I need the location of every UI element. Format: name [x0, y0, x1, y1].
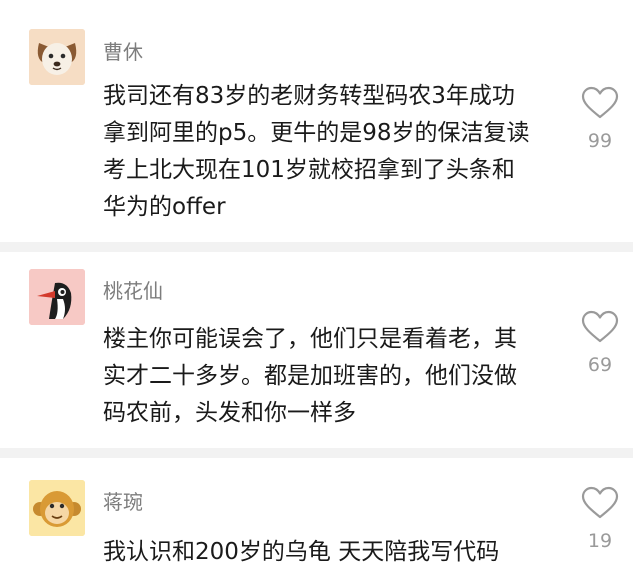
comment-item: 桃花仙 楼主你可能误会了，他们只是看着老，其 实才二十多岁。都是加班害的，他们没… — [0, 245, 633, 451]
like-count: 99 — [587, 130, 613, 152]
comment-line: 考上北大现在101岁就校招拿到了头条和 — [103, 157, 515, 183]
heart-outline-icon[interactable] — [581, 310, 619, 344]
dog-avatar-icon[interactable] — [29, 29, 85, 85]
comment-line: 拿到阿里的p5。更牛的是98岁的保洁复读 — [103, 120, 530, 146]
like-button[interactable]: 19 — [578, 486, 622, 552]
comment-line: 我认识和200岁的乌龟 天天陪我写代码 — [103, 539, 500, 565]
comment-text: 我司还有83岁的老财务转型码农3年成功 拿到阿里的p5。更牛的是98岁的保洁复读… — [103, 78, 553, 226]
heart-outline-icon[interactable] — [581, 486, 619, 520]
comment-list: 曹休 我司还有83岁的老财务转型码农3年成功 拿到阿里的p5。更牛的是98岁的保… — [0, 0, 633, 581]
like-button[interactable]: 69 — [578, 310, 622, 376]
username[interactable]: 蒋琬 — [103, 486, 143, 515]
comment-line: 华为的offer — [103, 194, 226, 220]
username[interactable]: 桃花仙 — [103, 275, 163, 304]
comment-line: 实才二十多岁。都是加班害的，他们没做 — [103, 363, 517, 389]
comment-text: 楼主你可能误会了，他们只是看着老，其 实才二十多岁。都是加班害的，他们没做 码农… — [103, 321, 553, 432]
comment-line: 码农前，头发和你一样多 — [103, 400, 356, 426]
like-button[interactable]: 99 — [578, 86, 622, 152]
comment-item: 蒋琬 我认识和200岁的乌龟 天天陪我写代码 19 — [0, 452, 633, 581]
comment-line: 楼主你可能误会了，他们只是看着老，其 — [103, 326, 517, 352]
like-count: 69 — [587, 354, 613, 376]
comment-text: 我认识和200岁的乌龟 天天陪我写代码 — [103, 534, 553, 571]
heart-outline-icon[interactable] — [581, 86, 619, 120]
username[interactable]: 曹休 — [103, 36, 143, 65]
monkey-avatar-icon[interactable] — [29, 480, 85, 536]
like-count: 19 — [587, 530, 613, 552]
comment-item: 曹休 我司还有83岁的老财务转型码农3年成功 拿到阿里的p5。更牛的是98岁的保… — [0, 0, 633, 244]
woodpecker-avatar-icon[interactable] — [29, 269, 85, 325]
comment-line: 我司还有83岁的老财务转型码农3年成功 — [103, 83, 515, 109]
